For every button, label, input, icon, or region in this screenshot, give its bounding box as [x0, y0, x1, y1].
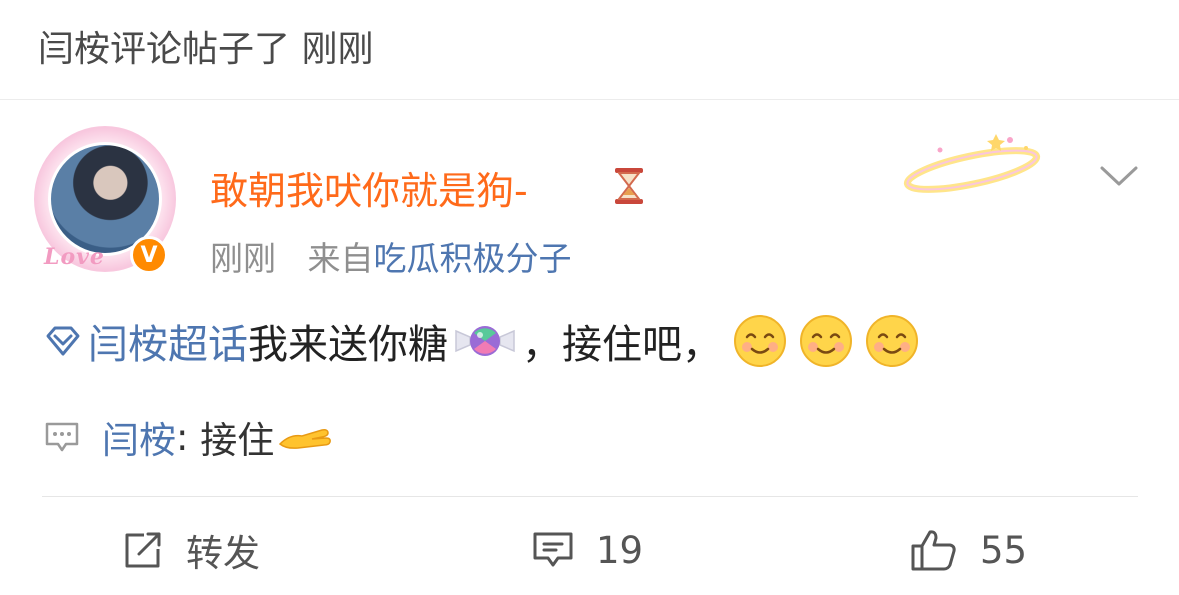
comment-icon: [533, 532, 573, 567]
reply-text: 接住: [200, 419, 275, 462]
hourglass-icon: [615, 168, 643, 204]
source-link[interactable]: 吃瓜积极分子: [373, 239, 571, 278]
post-time: 刚刚: [210, 239, 276, 278]
like-button[interactable]: 55: [910, 524, 1027, 576]
like-count: 55: [980, 528, 1028, 572]
reply-author[interactable]: 闫桉: [102, 410, 176, 464]
smile-emoji: [866, 315, 918, 367]
thumbs-up-icon: [911, 530, 956, 571]
repost-icon: [125, 532, 161, 568]
chevron-down-icon[interactable]: [1096, 158, 1142, 192]
repost-label: 转发: [186, 532, 260, 575]
source-prefix: 来自: [307, 239, 374, 278]
comment-button[interactable]: 19: [532, 524, 643, 576]
content-text-after: ，接住吧，: [522, 322, 722, 368]
avatar-frame-text: Love: [44, 244, 105, 270]
content-text-before: 我来送你糖: [248, 322, 448, 368]
super-topic-label: 闫桉超话: [88, 322, 248, 368]
post-content: 闫桉超话 我来送你糖 ，接住吧，: [44, 312, 920, 370]
repost-button[interactable]: 转发: [122, 524, 260, 576]
candy-emoji: [455, 326, 515, 356]
avatar[interactable]: Love V: [34, 126, 176, 274]
smile-emoji: [800, 315, 852, 367]
super-topic-link[interactable]: 闫桉超话: [44, 312, 248, 370]
divider: [42, 496, 1138, 497]
comment-bubble-icon: [45, 422, 79, 452]
offering-hand-emoji: [279, 429, 332, 449]
username[interactable]: 敢朝我吠你就是狗-: [210, 160, 528, 215]
smile-emoji: [734, 315, 786, 367]
notification-text: 闫桉评论帖子了 刚刚: [38, 29, 374, 70]
halo-icon: [903, 134, 1041, 193]
notification-bar[interactable]: 闫桉评论帖子了 刚刚: [0, 0, 1179, 100]
reply-separator: :: [176, 415, 201, 459]
super-topic-diamond-icon: [46, 326, 80, 356]
reply-preview[interactable]: 闫桉 : 接住: [44, 410, 334, 464]
post-meta: 刚刚 来自吃瓜积极分子: [210, 232, 571, 280]
comment-count: 19: [596, 528, 644, 572]
verified-badge-icon: V: [130, 236, 168, 274]
